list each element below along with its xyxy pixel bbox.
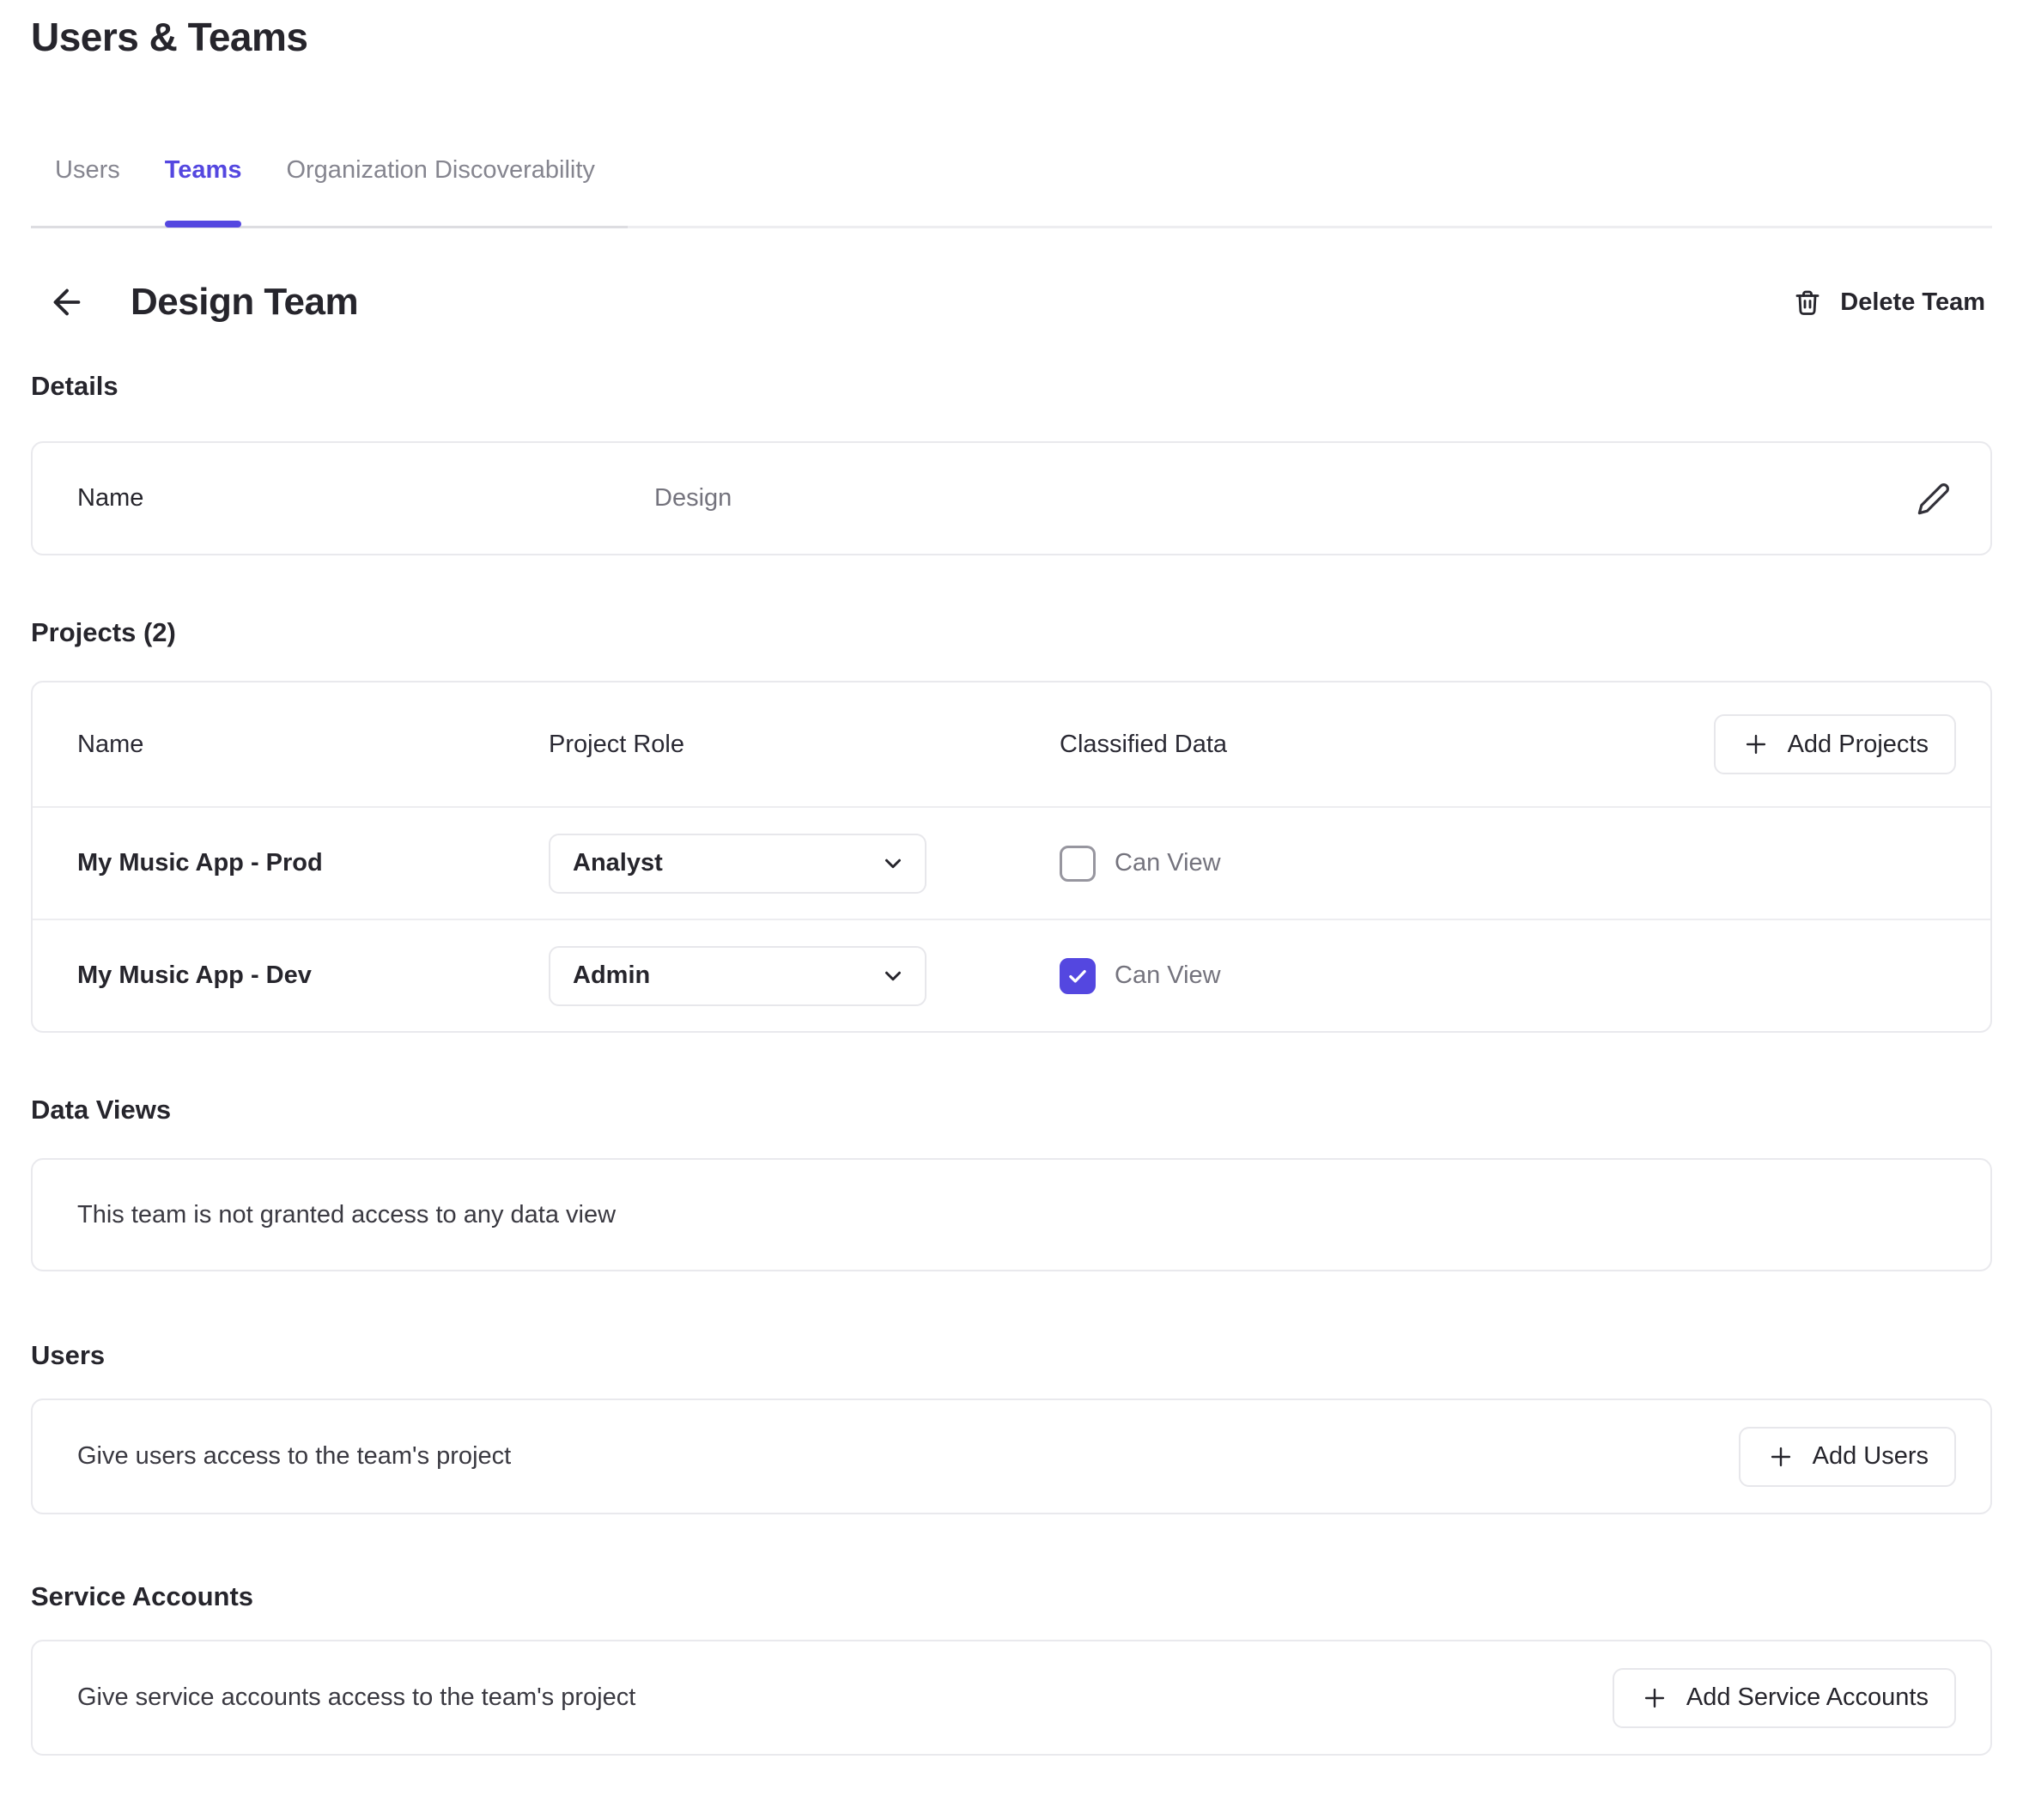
page-title: Users & Teams bbox=[31, 14, 1992, 60]
name-value: Design bbox=[654, 484, 1917, 513]
service-accounts-heading: Service Accounts bbox=[31, 1581, 1992, 1612]
tab-bar: Users Teams Organization Discoverability bbox=[31, 156, 1992, 226]
team-title: Design Team bbox=[131, 281, 358, 324]
project-row-my-music-app-dev: My Music App - Dev Admin bbox=[33, 919, 1990, 1031]
chevron-down-icon bbox=[880, 851, 906, 877]
projects-heading: Projects (2) bbox=[31, 617, 1992, 648]
can-view-checkbox[interactable] bbox=[1060, 958, 1096, 994]
chevron-down-icon bbox=[880, 963, 906, 989]
project-role-selected-value: Analyst bbox=[573, 849, 663, 877]
add-service-accounts-button[interactable]: Add Service Accounts bbox=[1613, 1668, 1956, 1728]
plus-icon bbox=[1640, 1684, 1669, 1713]
tab-organization-discoverability[interactable]: Organization Discoverability bbox=[286, 156, 594, 226]
add-projects-label: Add Projects bbox=[1788, 731, 1929, 759]
details-card: Name Design bbox=[31, 441, 1992, 555]
tab-divider bbox=[31, 226, 1992, 228]
data-views-section: Data Views This team is not granted acce… bbox=[31, 1095, 1992, 1271]
column-header-project-role: Project Role bbox=[549, 731, 1060, 759]
check-icon bbox=[1066, 965, 1089, 987]
plus-icon bbox=[1741, 730, 1771, 759]
users-description: Give users access to the team's project bbox=[77, 1442, 511, 1471]
add-projects-button[interactable]: Add Projects bbox=[1714, 714, 1956, 774]
service-accounts-description: Give service accounts access to the team… bbox=[77, 1684, 635, 1712]
can-view-label: Can View bbox=[1115, 962, 1221, 990]
data-views-empty-text: This team is not granted access to any d… bbox=[77, 1201, 616, 1229]
users-section: Users Give users access to the team's pr… bbox=[31, 1340, 1992, 1514]
trash-icon bbox=[1792, 286, 1823, 318]
project-role-selected-value: Admin bbox=[573, 962, 650, 990]
column-header-name: Name bbox=[77, 731, 549, 759]
add-users-button[interactable]: Add Users bbox=[1739, 1427, 1956, 1487]
project-name: My Music App - Prod bbox=[77, 849, 549, 877]
name-label: Name bbox=[77, 484, 654, 513]
service-accounts-section: Service Accounts Give service accounts a… bbox=[31, 1581, 1992, 1756]
tab-users[interactable]: Users bbox=[55, 156, 120, 226]
team-header: Design Team Delete Team bbox=[31, 278, 1992, 326]
can-view-checkbox[interactable] bbox=[1060, 846, 1096, 882]
add-users-label: Add Users bbox=[1813, 1442, 1929, 1471]
users-card: Give users access to the team's project … bbox=[31, 1398, 1992, 1514]
details-heading: Details bbox=[31, 371, 1992, 402]
projects-section: Projects (2) Name Project Role Classifie… bbox=[31, 617, 1992, 1033]
add-service-accounts-label: Add Service Accounts bbox=[1686, 1684, 1929, 1712]
project-role-select[interactable]: Analyst bbox=[549, 834, 926, 894]
classified-data-cell: Can View bbox=[1060, 958, 1956, 994]
arrow-left-icon bbox=[47, 282, 87, 322]
service-accounts-card: Give service accounts access to the team… bbox=[31, 1640, 1992, 1756]
pencil-icon bbox=[1917, 482, 1951, 516]
classified-data-cell: Can View bbox=[1060, 846, 1956, 882]
data-views-card: This team is not granted access to any d… bbox=[31, 1158, 1992, 1271]
projects-table-header: Name Project Role Classified Data Add Pr… bbox=[33, 682, 1990, 806]
column-header-classified-data: Classified Data bbox=[1060, 731, 1714, 759]
data-views-heading: Data Views bbox=[31, 1095, 1992, 1125]
back-button[interactable] bbox=[43, 278, 91, 326]
project-role-select[interactable]: Admin bbox=[549, 946, 926, 1006]
project-row-my-music-app-prod: My Music App - Prod Analyst bbox=[33, 806, 1990, 919]
project-name: My Music App - Dev bbox=[77, 962, 549, 990]
users-heading: Users bbox=[31, 1340, 1992, 1371]
can-view-label: Can View bbox=[1115, 849, 1221, 877]
plus-icon bbox=[1766, 1442, 1795, 1471]
edit-name-button[interactable] bbox=[1917, 482, 1951, 516]
details-section: Details Name Design bbox=[31, 371, 1992, 555]
users-teams-page: Users & Teams Users Teams Organization D… bbox=[0, 0, 2023, 1756]
delete-team-label: Delete Team bbox=[1840, 288, 1985, 317]
projects-card: Name Project Role Classified Data Add Pr… bbox=[31, 681, 1992, 1033]
tab-teams[interactable]: Teams bbox=[165, 156, 242, 226]
delete-team-button[interactable]: Delete Team bbox=[1792, 286, 1985, 318]
